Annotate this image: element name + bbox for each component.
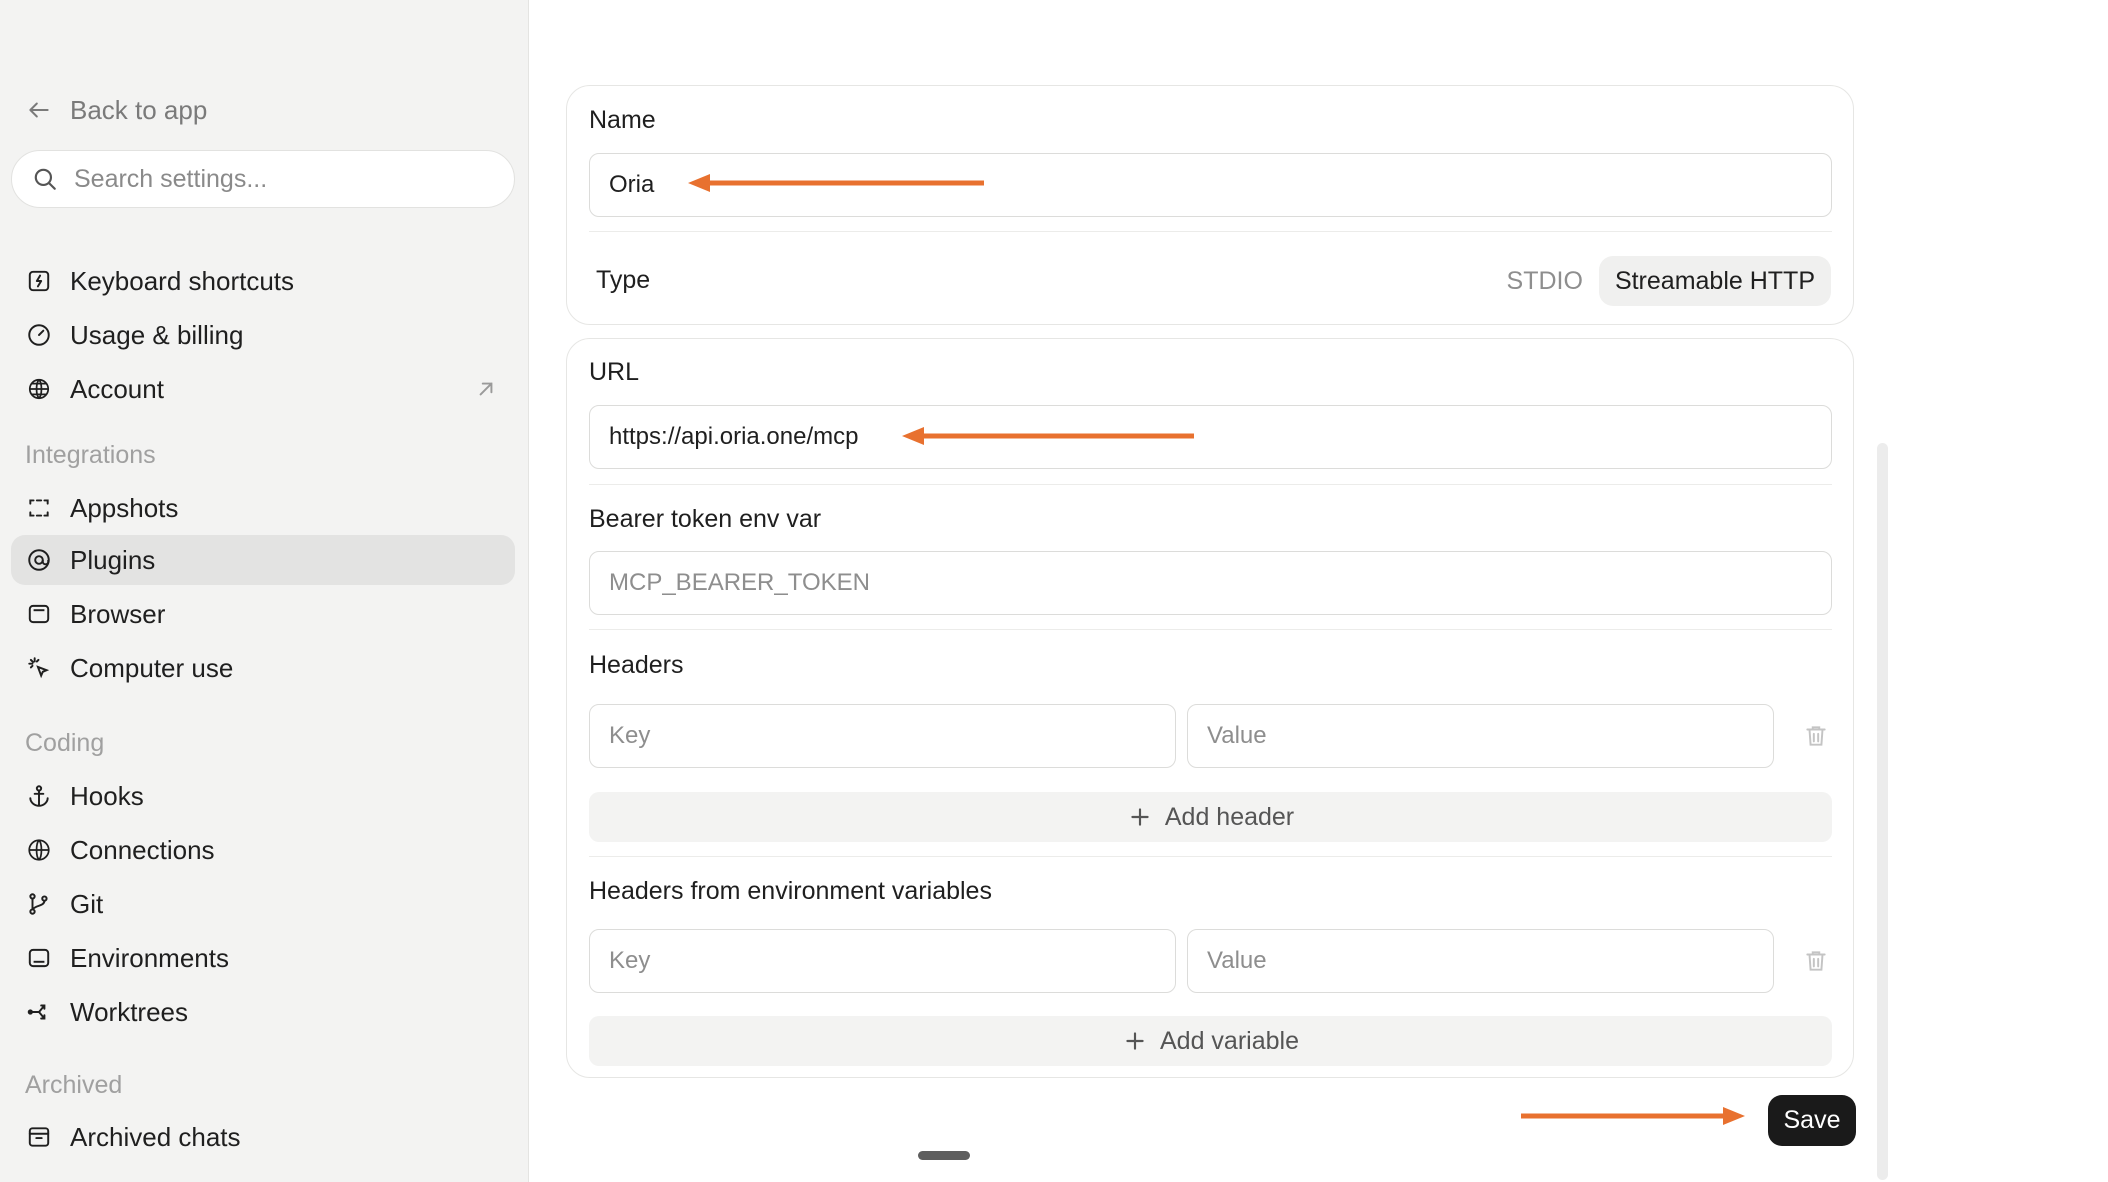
sidebar-item-label: Environments — [70, 942, 229, 973]
search-input[interactable] — [74, 164, 474, 194]
appshots-icon — [26, 495, 52, 521]
header-value-field[interactable] — [1187, 704, 1774, 768]
connection-card: URL Bearer token env var Headers Add hea… — [566, 338, 1854, 1078]
gauge-icon — [26, 322, 52, 348]
env-value-field[interactable] — [1187, 929, 1774, 993]
divider — [589, 629, 1832, 630]
sidebar-item-connections[interactable]: Connections — [11, 825, 515, 875]
sidebar-item-label: Usage & billing — [70, 319, 244, 350]
sidebar-item-git[interactable]: Git — [11, 879, 515, 929]
url-field[interactable] — [589, 405, 1832, 469]
sidebar-item-hooks[interactable]: Hooks — [11, 771, 515, 821]
sidebar-item-keyboard-shortcuts[interactable]: Keyboard shortcuts — [11, 256, 515, 306]
git-branch-icon — [26, 891, 52, 917]
add-variable-label: Add variable — [1160, 1026, 1299, 1055]
account-icon — [26, 376, 52, 402]
worktree-icon — [26, 999, 52, 1025]
headers-label: Headers — [589, 651, 684, 679]
anchor-icon — [26, 783, 52, 809]
save-button[interactable]: Save — [1768, 1095, 1856, 1146]
keyboard-icon — [26, 268, 52, 294]
sidebar-item-label: Browser — [70, 598, 166, 629]
settings-search[interactable] — [11, 150, 515, 208]
env-value-input[interactable] — [1207, 947, 1773, 975]
drag-handle[interactable] — [918, 1151, 970, 1160]
annotation-arrow-name — [688, 174, 984, 192]
header-key-field[interactable] — [589, 704, 1176, 768]
env-key-input[interactable] — [609, 947, 1175, 975]
sidebar-item-label: Plugins — [70, 544, 156, 575]
back-to-app-label: Back to app — [70, 94, 208, 125]
bearer-token-field[interactable] — [589, 551, 1832, 615]
sidebar-item-label: Keyboard shortcuts — [70, 265, 295, 296]
annotation-arrow-url — [902, 427, 1194, 445]
sidebar-item-label: Account — [70, 373, 164, 404]
type-option-stdio[interactable]: STDIO — [1491, 256, 1599, 306]
bearer-token-input[interactable] — [609, 569, 1831, 597]
sidebar-item-label: Appshots — [70, 492, 179, 523]
sidebar-item-computer-use[interactable]: Computer use — [11, 643, 515, 693]
url-input[interactable] — [609, 423, 1831, 451]
archive-icon — [26, 1124, 52, 1150]
sidebar-item-archived-chats[interactable]: Archived chats — [11, 1112, 515, 1162]
section-label-integrations: Integrations — [25, 441, 156, 469]
add-header-label: Add header — [1164, 802, 1295, 831]
name-label: Name — [589, 106, 656, 134]
add-variable-button[interactable]: Add variable — [589, 1016, 1832, 1066]
sidebar-item-account[interactable]: Account — [11, 364, 515, 414]
sidebar-item-environments[interactable]: Environments — [11, 933, 515, 983]
env-headers-label: Headers from environment variables — [589, 877, 992, 905]
divider — [589, 484, 1832, 485]
header-key-input[interactable] — [609, 722, 1175, 750]
search-icon — [32, 166, 58, 192]
settings-sidebar: Back to app Keyboard shortcuts Usage & b… — [0, 0, 529, 1182]
browser-icon — [26, 601, 52, 627]
url-label: URL — [589, 358, 640, 386]
section-label-archived: Archived — [25, 1071, 123, 1099]
sidebar-item-label: Archived chats — [70, 1121, 241, 1152]
header-value-input[interactable] — [1207, 722, 1773, 750]
sidebar-item-label: Worktrees — [70, 996, 188, 1027]
name-type-card: Name Type STDIO Streamable HTTP — [566, 85, 1854, 325]
delete-variable-icon[interactable] — [1803, 948, 1829, 974]
sidebar-item-usage-billing[interactable]: Usage & billing — [11, 310, 515, 360]
sidebar-item-label: Git — [70, 888, 104, 919]
sidebar-item-label: Computer use — [70, 652, 234, 683]
sidebar-item-appshots[interactable]: Appshots — [11, 483, 515, 533]
delete-header-icon[interactable] — [1803, 723, 1829, 749]
type-label: Type — [596, 266, 651, 294]
back-to-app-link[interactable]: Back to app — [26, 92, 207, 128]
type-toggle: STDIO Streamable HTTP — [1491, 256, 1831, 306]
add-header-button[interactable]: Add header — [589, 792, 1832, 842]
sidebar-item-browser[interactable]: Browser — [11, 589, 515, 639]
environment-icon — [26, 945, 52, 971]
external-link-icon — [473, 376, 499, 402]
plugins-icon — [26, 547, 52, 573]
plus-icon — [1122, 1028, 1148, 1054]
plus-icon — [1127, 804, 1153, 830]
bearer-token-label: Bearer token env var — [589, 505, 822, 533]
scrollbar[interactable] — [1877, 443, 1888, 1180]
divider — [589, 231, 1832, 232]
globe-icon — [26, 837, 52, 863]
sidebar-item-worktrees[interactable]: Worktrees — [11, 987, 515, 1037]
section-label-coding: Coding — [25, 729, 105, 757]
divider — [589, 856, 1832, 857]
type-option-streamable-http[interactable]: Streamable HTTP — [1598, 256, 1831, 306]
sidebar-item-plugins[interactable]: Plugins — [11, 535, 515, 585]
sidebar-item-label: Connections — [70, 834, 215, 865]
env-key-field[interactable] — [589, 929, 1176, 993]
sidebar-item-label: Hooks — [70, 780, 144, 811]
arrow-left-icon — [26, 97, 52, 123]
cursor-click-icon — [26, 655, 52, 681]
annotation-arrow-save — [1521, 1107, 1745, 1125]
